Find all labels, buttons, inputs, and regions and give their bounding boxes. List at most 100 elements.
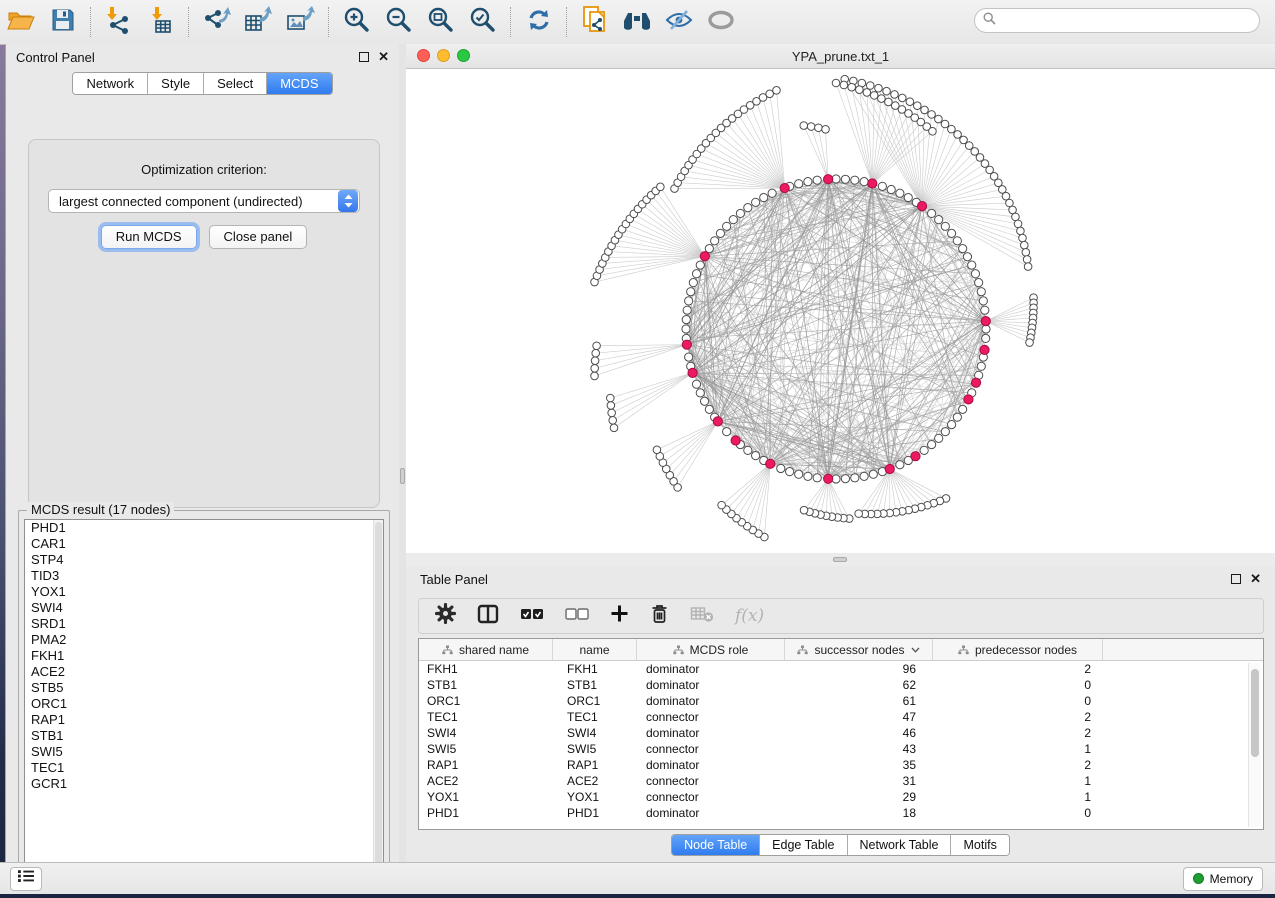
table-cell[interactable]: SWI4 [419, 726, 553, 740]
table-cell[interactable]: 61 [785, 694, 933, 708]
show-panels-button[interactable] [10, 867, 42, 891]
table-cell[interactable]: dominator [637, 678, 785, 692]
window-minimize-traffic-light[interactable] [437, 49, 450, 62]
network-graph[interactable] [406, 69, 1275, 554]
column-header-name[interactable]: name [553, 639, 637, 660]
mcds-result-item[interactable]: ORC1 [25, 696, 383, 712]
table-cell[interactable]: 62 [785, 678, 933, 692]
table-cell[interactable]: dominator [637, 806, 785, 820]
mcds-result-list[interactable]: PHD1CAR1STP4TID3YOX1SWI4SRD1PMA2FKH1ACE2… [24, 519, 384, 876]
table-scrollbar[interactable] [1248, 663, 1261, 827]
table-cell[interactable]: dominator [637, 726, 785, 740]
window-zoom-traffic-light[interactable] [457, 49, 470, 62]
table-cell[interactable]: 43 [785, 742, 933, 756]
show-all-button[interactable] [700, 4, 742, 40]
tab-network-table[interactable]: Network Table [848, 835, 952, 855]
export-network-button[interactable] [196, 4, 238, 40]
table-cell[interactable]: PHD1 [553, 806, 637, 820]
column-header-shared-name[interactable]: shared name [419, 639, 553, 660]
column-header-MCDS-role[interactable]: MCDS role [637, 639, 785, 660]
table-row[interactable]: TEC1TEC1connector472 [419, 709, 1263, 725]
close-panel-button[interactable]: Close panel [209, 225, 308, 249]
tab-motifs[interactable]: Motifs [951, 835, 1008, 855]
search-network-button[interactable] [616, 4, 658, 40]
table-row[interactable]: SWI4SWI4dominator462 [419, 725, 1263, 741]
float-panel-icon[interactable] [359, 52, 369, 62]
mcds-result-item[interactable]: CAR1 [25, 536, 383, 552]
delete-table-icon[interactable] [690, 605, 714, 628]
table-cell[interactable]: dominator [637, 662, 785, 676]
import-table-button[interactable] [140, 4, 182, 40]
table-row[interactable]: YOX1YOX1connector291 [419, 789, 1263, 805]
export-table-button[interactable] [238, 4, 280, 40]
table-settings-gear-icon[interactable] [435, 603, 456, 629]
table-cell[interactable]: 1 [933, 742, 1103, 756]
table-cell[interactable]: 46 [785, 726, 933, 740]
table-cell[interactable]: RAP1 [553, 758, 637, 772]
table-row[interactable]: STB1STB1dominator620 [419, 677, 1263, 693]
sort-chevron-icon[interactable] [911, 647, 920, 653]
table-cell[interactable]: 1 [933, 790, 1103, 804]
table-cell[interactable]: 0 [933, 694, 1103, 708]
tab-node-table[interactable]: Node Table [672, 835, 760, 855]
table-row[interactable]: ORC1ORC1dominator610 [419, 693, 1263, 709]
mcds-result-item[interactable]: RAP1 [25, 712, 383, 728]
network-search-field[interactable] [974, 8, 1260, 33]
table-cell[interactable]: 31 [785, 774, 933, 788]
mcds-list-scrollbar[interactable] [373, 520, 383, 875]
table-cell[interactable]: 47 [785, 710, 933, 724]
table-cell[interactable]: SWI5 [419, 742, 553, 756]
search-input[interactable] [1001, 13, 1259, 29]
column-header-successor-nodes[interactable]: successor nodes [785, 639, 933, 660]
node-table[interactable]: shared namenameMCDS rolesuccessor nodesp… [418, 638, 1264, 830]
table-cell[interactable]: RAP1 [419, 758, 553, 772]
table-row[interactable]: PHD1PHD1dominator180 [419, 805, 1263, 821]
tab-style[interactable]: Style [148, 73, 204, 94]
table-cell[interactable]: 29 [785, 790, 933, 804]
tab-network[interactable]: Network [73, 73, 148, 94]
table-cell[interactable]: 18 [785, 806, 933, 820]
table-cell[interactable]: 0 [933, 678, 1103, 692]
refresh-button[interactable] [518, 4, 560, 40]
memory-button[interactable]: Memory [1183, 867, 1263, 891]
close-panel-icon[interactable]: ✕ [1250, 574, 1261, 584]
optimization-criterion-dropdown[interactable]: largest connected component (undirected) [48, 189, 360, 213]
table-cell[interactable]: ACE2 [419, 774, 553, 788]
mcds-result-item[interactable]: STB5 [25, 680, 383, 696]
run-mcds-button[interactable]: Run MCDS [101, 225, 197, 249]
table-cell[interactable]: connector [637, 774, 785, 788]
mcds-result-item[interactable]: TEC1 [25, 760, 383, 776]
table-cell[interactable]: TEC1 [553, 710, 637, 724]
float-panel-icon[interactable] [1231, 574, 1241, 584]
table-cell[interactable]: 2 [933, 710, 1103, 724]
table-row[interactable]: ACE2ACE2connector311 [419, 773, 1263, 789]
table-cell[interactable]: STB1 [553, 678, 637, 692]
table-cell[interactable]: connector [637, 710, 785, 724]
table-cell[interactable]: 96 [785, 662, 933, 676]
zoom-out-button[interactable] [378, 4, 420, 40]
zoom-fit-button[interactable] [420, 4, 462, 40]
clone-network-button[interactable] [574, 4, 616, 40]
select-all-columns-icon[interactable] [520, 606, 544, 627]
mcds-result-item[interactable]: TID3 [25, 568, 383, 584]
mcds-result-item[interactable]: STP4 [25, 552, 383, 568]
mcds-result-item[interactable]: SWI5 [25, 744, 383, 760]
table-cell[interactable]: connector [637, 742, 785, 756]
table-cell[interactable]: dominator [637, 694, 785, 708]
zoom-selected-button[interactable] [462, 4, 504, 40]
export-image-button[interactable] [280, 4, 322, 40]
window-close-traffic-light[interactable] [417, 49, 430, 62]
mcds-result-item[interactable]: GCR1 [25, 776, 383, 792]
delete-column-trash-icon[interactable] [650, 603, 669, 629]
mcds-result-item[interactable]: PMA2 [25, 632, 383, 648]
mcds-result-item[interactable]: SRD1 [25, 616, 383, 632]
mcds-result-item[interactable]: FKH1 [25, 648, 383, 664]
network-canvas[interactable] [406, 69, 1275, 554]
tab-edge-table[interactable]: Edge Table [760, 835, 847, 855]
network-window-titlebar[interactable]: YPA_prune.txt_1 [406, 44, 1275, 69]
function-builder-icon[interactable]: f(x) [735, 606, 764, 626]
vertical-splitter[interactable] [399, 44, 406, 862]
table-cell[interactable]: 2 [933, 726, 1103, 740]
table-cell[interactable]: 0 [933, 806, 1103, 820]
table-row[interactable]: FKH1FKH1dominator962 [419, 661, 1263, 677]
